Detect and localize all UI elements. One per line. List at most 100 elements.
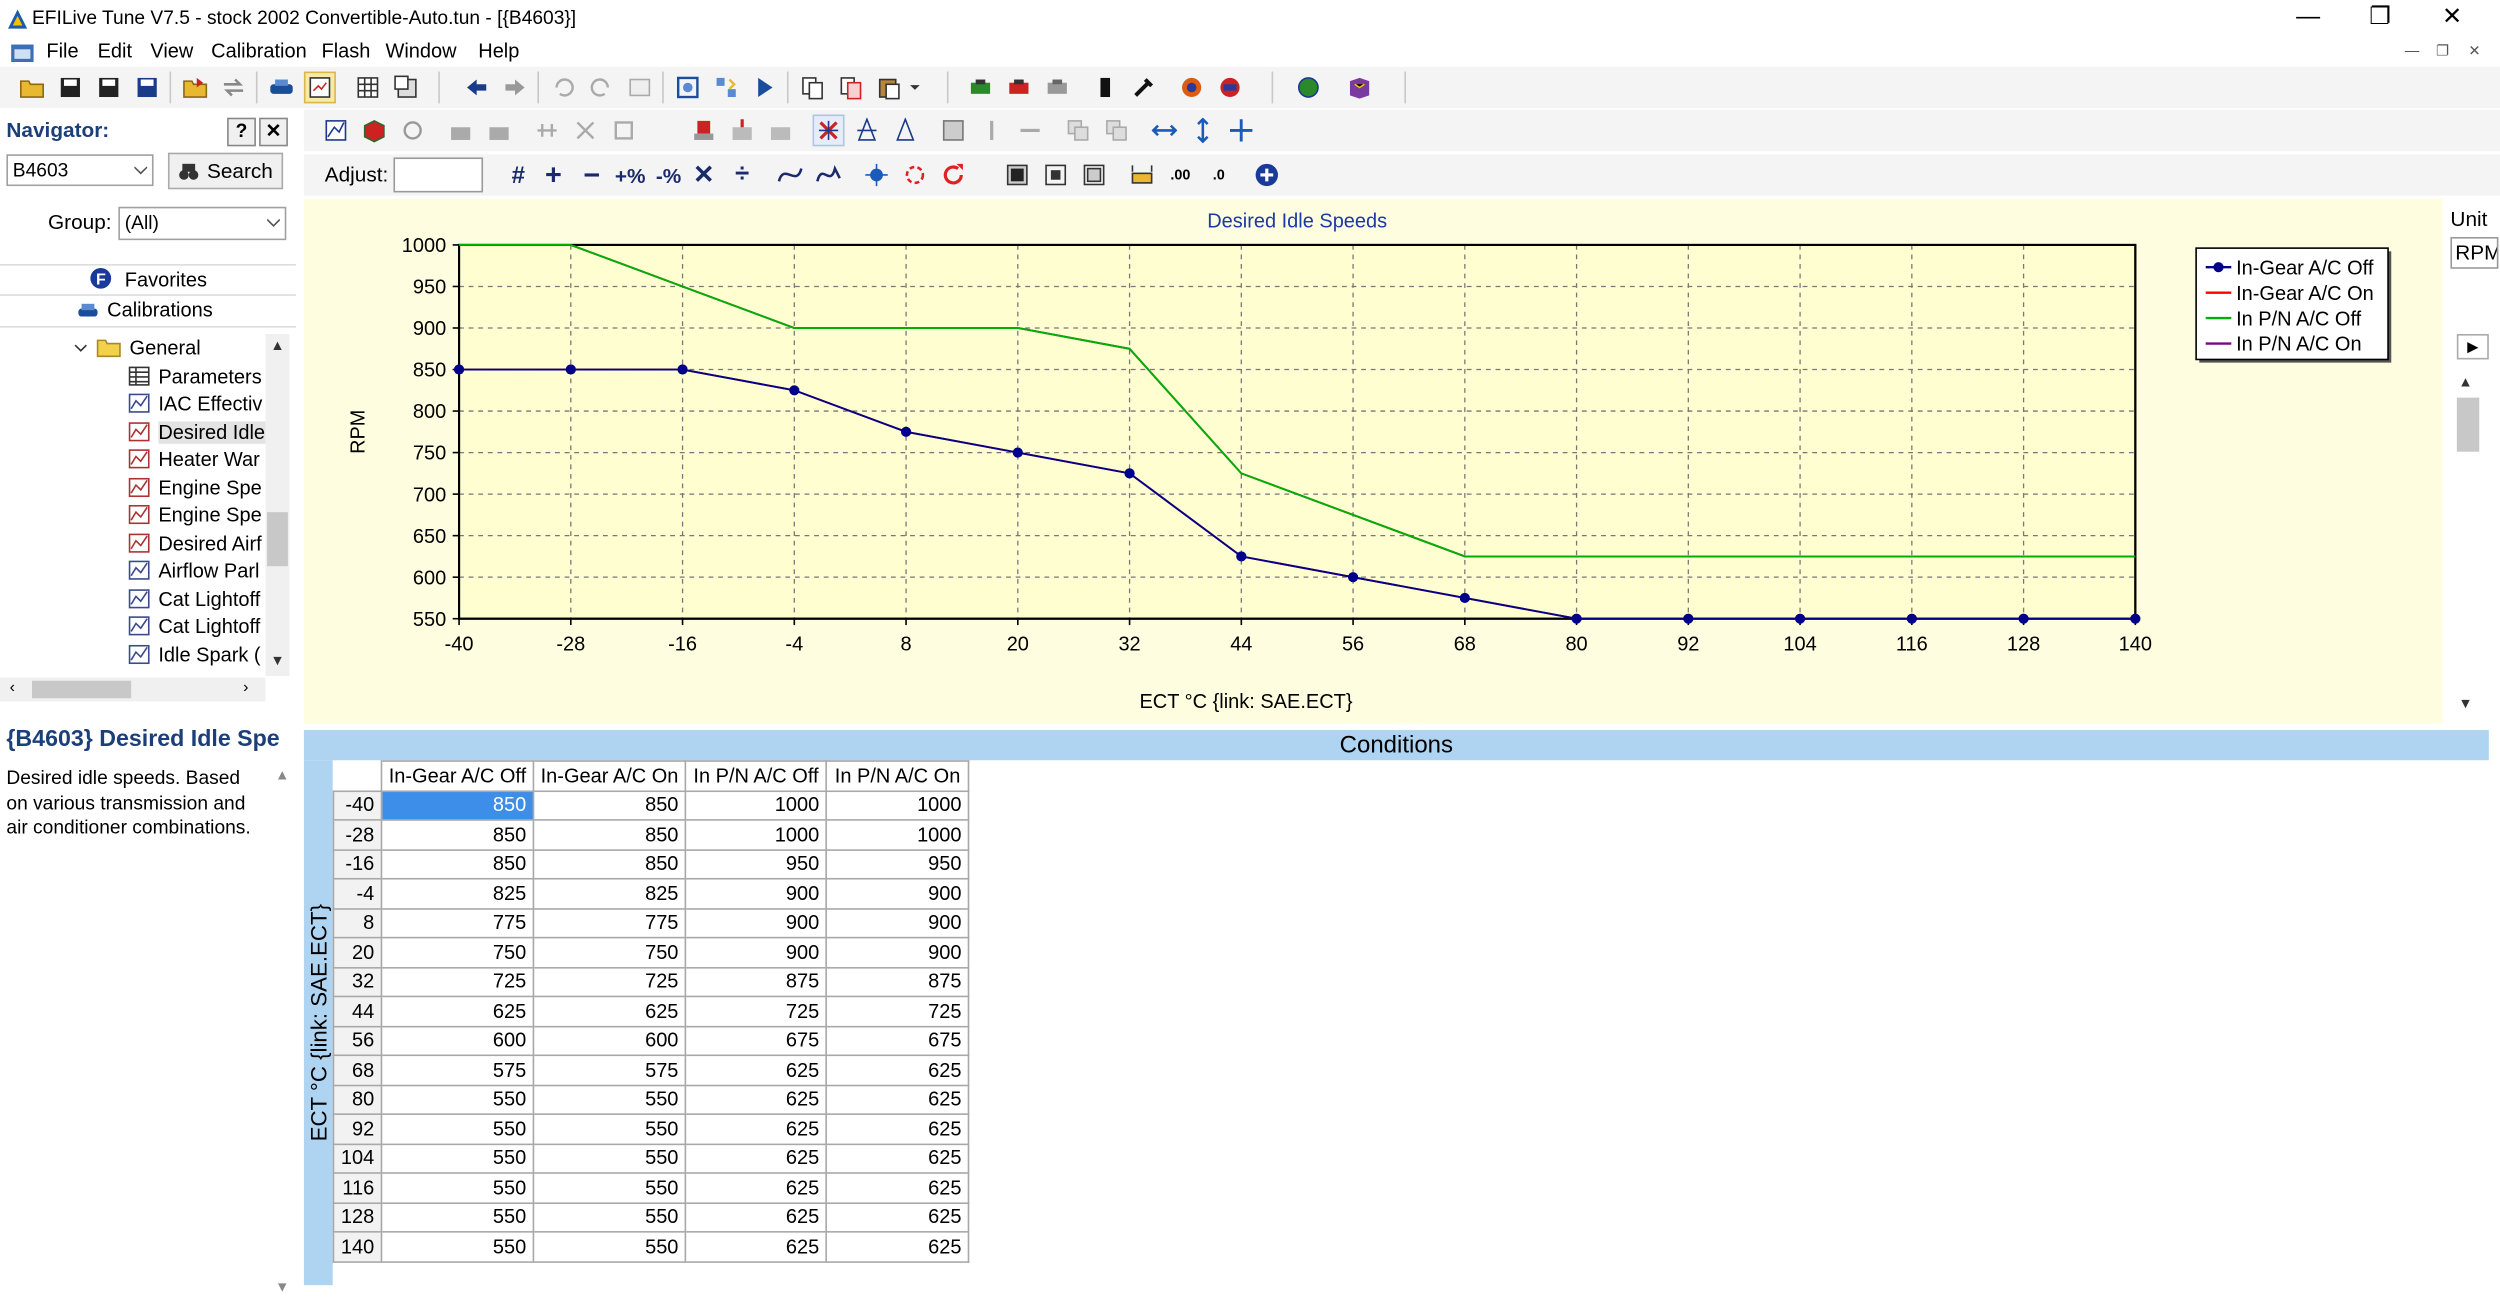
table-cell[interactable]: 625 [684,1113,828,1145]
read-icon[interactable] [1003,72,1035,104]
row-header[interactable]: 80 [332,1083,383,1115]
play-icon[interactable] [749,72,781,104]
table-cell[interactable]: 600 [380,1025,535,1057]
table-cell[interactable]: 550 [380,1142,535,1174]
table-cell[interactable]: 850 [532,819,687,851]
table-cell[interactable]: 900 [684,936,828,968]
menu-view[interactable]: View [150,40,193,62]
table-cell[interactable]: 725 [825,995,970,1027]
chevron-left-icon[interactable]: ‹ [10,679,15,696]
save-all-icon[interactable] [131,72,163,104]
row-header[interactable]: -40 [332,789,383,821]
tree-item-cat-lightoff[interactable]: Cat Lightoff [128,585,260,612]
table-cell[interactable]: 550 [532,1201,687,1233]
compare-icon[interactable] [710,72,742,104]
table-cell[interactable]: 625 [825,1201,970,1233]
adjust-input[interactable] [393,157,484,193]
table-cell[interactable]: 775 [380,907,535,939]
paste-icon[interactable] [873,72,905,104]
chevron-down-icon[interactable]: ▼ [270,652,284,668]
table-cell[interactable]: 550 [380,1172,535,1204]
group-combo[interactable]: (All) [118,206,287,241]
subtract-icon[interactable]: − [576,158,608,191]
table-cell[interactable]: 550 [380,1113,535,1145]
save-icon[interactable] [54,72,86,104]
rotate-icon[interactable] [397,115,429,147]
navigator-help-button[interactable]: ? [227,117,256,147]
row-header[interactable]: -16 [332,848,383,880]
table-cell[interactable]: 900 [825,907,970,939]
linear-curve-icon[interactable] [813,159,845,191]
table-cell[interactable]: 1000 [825,789,970,821]
line-chart[interactable]: -40 -28 -16 -4 8 20 32 44 56 68 80 92 104 116 128 140 55… [304,199,2443,724]
decimals-increase-icon[interactable]: .00 [1164,159,1196,191]
table-cell[interactable]: 625 [825,1172,970,1204]
vertical-bar-icon[interactable] [976,115,1008,147]
tree-horizontal-scrollbar[interactable]: ‹ › [0,677,266,702]
mdi-minimize-button[interactable]: — [2402,41,2421,60]
table-cell[interactable]: 625 [532,995,687,1027]
table-cell[interactable]: 550 [380,1083,535,1115]
fit-rows-icon[interactable] [1078,159,1110,191]
tree-item-cat-lightoff-2[interactable]: Cat Lightoff [128,612,260,639]
table-cell[interactable]: 600 [532,1025,687,1057]
table-view-icon[interactable] [352,72,384,104]
grid-icon[interactable] [937,115,969,147]
tree-item-general[interactable]: General [74,334,201,361]
fill-icon[interactable] [608,115,640,147]
add-icon[interactable]: + [537,158,569,191]
axis-insert-icon[interactable] [726,115,758,147]
column-header[interactable]: In P/N A/C Off [684,760,828,792]
search-button[interactable]: Search [167,152,284,190]
table-cell[interactable]: 550 [532,1172,687,1204]
scrollbar-thumb[interactable] [31,680,132,699]
table-cell[interactable]: 900 [825,936,970,968]
tree-item-idle-spark[interactable]: Idle Spark ( [128,641,261,668]
zoom-fit-icon[interactable] [672,72,704,104]
menu-calibration[interactable]: Calibration [211,40,307,62]
tree-item-parameters[interactable]: Parameters [128,363,262,390]
row-header[interactable]: -4 [332,877,383,909]
calibrations-item[interactable]: Calibrations [77,296,213,323]
subtract-percent-icon[interactable]: -% [653,159,685,191]
table-cell[interactable]: 625 [380,995,535,1027]
restore-button[interactable]: ❐ [2343,0,2417,38]
menu-flash[interactable]: Flash [321,40,370,62]
column-header[interactable]: In P/N A/C On [825,760,970,792]
table-cell[interactable]: 550 [532,1231,687,1263]
add-circle-icon[interactable] [1251,159,1283,191]
table-cell[interactable]: 575 [532,1054,687,1086]
tools-icon[interactable] [1128,72,1160,104]
copy-special-icon[interactable] [835,72,867,104]
web-icon[interactable] [1292,72,1324,104]
scrollbar-thumb[interactable] [2456,397,2480,452]
table-cell[interactable]: 550 [532,1142,687,1174]
description-scrollbar[interactable]: ▲ ▼ [272,767,291,1300]
chart-view-icon[interactable] [320,115,352,147]
horizontal-bar-icon[interactable] [1014,115,1046,147]
scrollbar-thumb[interactable] [267,512,288,567]
fit-columns-icon[interactable] [1040,159,1072,191]
table-cell[interactable]: 625 [825,1113,970,1145]
row-header[interactable]: 104 [332,1142,383,1174]
table-cell[interactable]: 775 [532,907,687,939]
table-cell[interactable]: 725 [532,966,687,998]
vehicle-icon[interactable] [266,72,298,104]
scan-icon[interactable] [1176,72,1208,104]
interpolate-icon[interactable] [531,115,563,147]
move-arrows-icon[interactable] [1225,115,1257,147]
set-value-icon[interactable]: # [502,159,534,191]
select-region-icon[interactable] [899,159,931,191]
connect-icon[interactable] [964,72,996,104]
mdi-close-button[interactable]: ✕ [2465,41,2484,60]
table-cell[interactable]: 625 [825,1054,970,1086]
table-cell[interactable]: 825 [532,877,687,909]
row-header[interactable]: 68 [332,1054,383,1086]
chevron-up-icon[interactable]: ▲ [275,767,289,783]
column-width-icon[interactable] [1126,159,1158,191]
row-header[interactable]: 56 [332,1025,383,1057]
row-header[interactable]: 92 [332,1113,383,1145]
table-cell[interactable]: 725 [684,995,828,1027]
chevron-right-icon[interactable]: › [243,679,248,696]
minimize-button[interactable]: — [2271,0,2345,38]
